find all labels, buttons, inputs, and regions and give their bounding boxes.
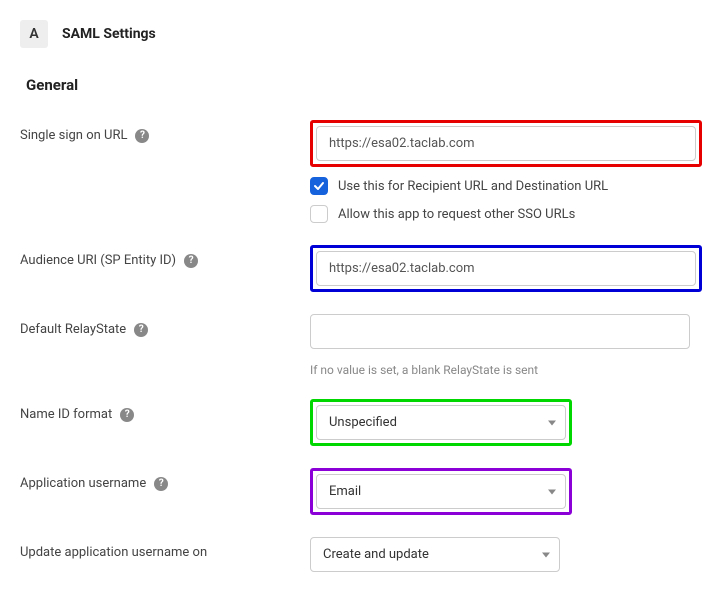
row-relay-state: Default RelayState ? If no value is set,… bbox=[20, 314, 697, 377]
highlight-audience-uri bbox=[310, 245, 702, 292]
app-badge: A bbox=[20, 20, 48, 48]
label-update-on: Update application username on bbox=[20, 545, 207, 560]
row-audience-uri: Audience URI (SP Entity ID) ? bbox=[20, 245, 697, 292]
audience-uri-input[interactable] bbox=[316, 251, 696, 286]
checkmark-icon bbox=[313, 180, 325, 192]
checkbox-allow-label: Allow this app to request other SSO URLs bbox=[338, 207, 575, 222]
label-sso-url: Single sign on URL bbox=[20, 128, 127, 143]
checkbox-recipient-url[interactable] bbox=[310, 177, 328, 195]
help-icon[interactable]: ? bbox=[120, 408, 134, 422]
checkbox-recipient-label: Use this for Recipient URL and Destinati… bbox=[338, 179, 608, 194]
help-icon[interactable]: ? bbox=[184, 254, 198, 268]
relay-state-hint: If no value is set, a blank RelayState i… bbox=[310, 363, 697, 377]
row-name-id: Name ID format ? Unspecified bbox=[20, 399, 697, 446]
highlight-name-id: Unspecified bbox=[310, 399, 572, 446]
section-title-general: General bbox=[26, 76, 697, 94]
page-header: A SAML Settings bbox=[20, 20, 697, 48]
row-update-on: Update application username on Create an… bbox=[20, 537, 697, 572]
label-name-id: Name ID format bbox=[20, 407, 112, 422]
help-icon[interactable]: ? bbox=[135, 129, 149, 143]
highlight-app-username: Email bbox=[310, 468, 572, 515]
name-id-select[interactable]: Unspecified bbox=[316, 405, 566, 440]
app-username-select[interactable]: Email bbox=[316, 474, 566, 509]
relay-state-input[interactable] bbox=[310, 314, 690, 349]
help-icon[interactable]: ? bbox=[134, 323, 148, 337]
row-app-username: Application username ? Email bbox=[20, 468, 697, 515]
sso-url-input[interactable] bbox=[316, 126, 696, 161]
label-app-username: Application username bbox=[20, 476, 146, 491]
help-icon[interactable]: ? bbox=[154, 477, 168, 491]
update-on-select[interactable]: Create and update bbox=[310, 537, 560, 572]
row-sso-url: Single sign on URL ? Use this for Recipi… bbox=[20, 120, 697, 223]
highlight-sso-url bbox=[310, 120, 702, 167]
label-relay-state: Default RelayState bbox=[20, 322, 126, 337]
checkbox-allow-sso-urls[interactable] bbox=[310, 205, 328, 223]
page-title: SAML Settings bbox=[62, 26, 156, 42]
label-audience-uri: Audience URI (SP Entity ID) bbox=[20, 253, 176, 268]
